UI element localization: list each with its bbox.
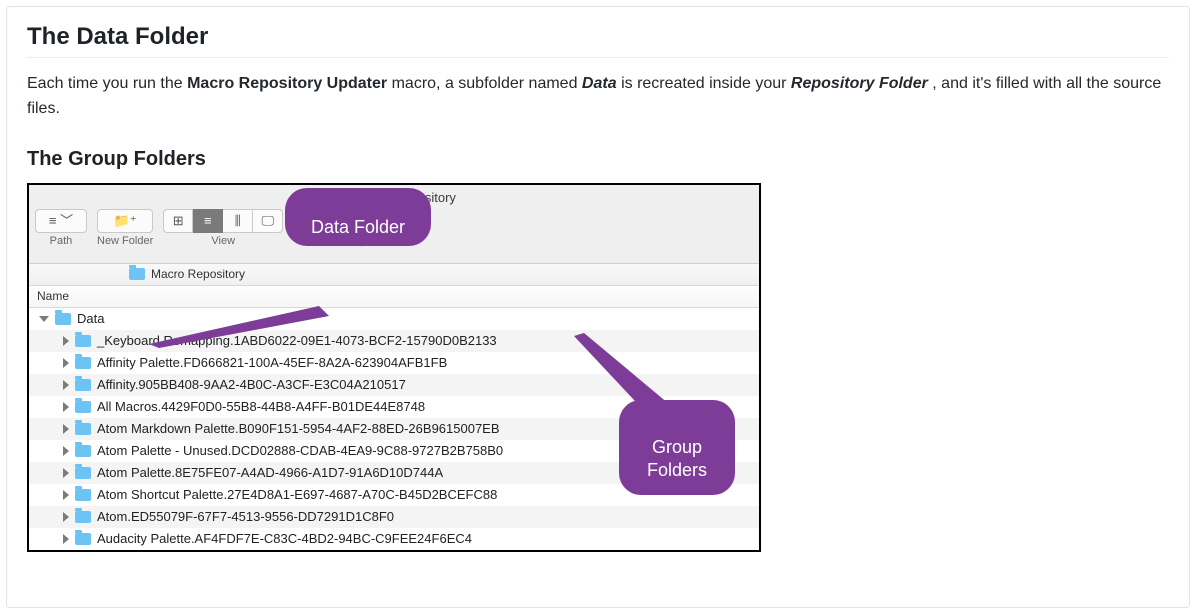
disclosure-triangle-icon[interactable]	[63, 358, 69, 368]
folder-icon	[129, 268, 145, 280]
view-gallery-button[interactable]: 🖵	[253, 209, 283, 233]
callout-text: Data Folder	[311, 217, 405, 237]
toolbar-view-group: ⊞ ≡ ⫼ 🖵 View	[163, 209, 283, 247]
callout-group-folders: Group Folders	[619, 400, 735, 496]
disclosure-triangle-icon[interactable]	[63, 380, 69, 390]
folder-row[interactable]: Atom.ED55079F-67F7-4513-9556-DD7291D1C8F…	[29, 506, 759, 528]
folder-name: Audacity Palette.AF4FDF7E-C83C-4BD2-94BC…	[97, 531, 472, 546]
folder-icon	[55, 313, 71, 325]
disclosure-triangle-icon[interactable]	[63, 446, 69, 456]
column-header-label: Name	[37, 289, 69, 303]
folder-icon	[75, 357, 91, 369]
file-list: Data _Keyboard Remapping.1ABD6022-09E1-4…	[29, 308, 759, 550]
folder-row-data[interactable]: Data	[29, 308, 759, 330]
toolbar-path-group: ≡ ﹀ Path	[35, 209, 87, 247]
columns-icon: ⫼	[235, 214, 241, 227]
disclosure-triangle-icon[interactable]	[63, 336, 69, 346]
disclosure-triangle-icon[interactable]	[63, 490, 69, 500]
list-icon: ≡	[204, 214, 212, 227]
chevron-down-icon: ﹀	[60, 214, 73, 227]
folder-icon	[75, 401, 91, 413]
folder-name: All Macros.4429F0D0-55B8-44B8-A4FF-B01DE…	[97, 399, 425, 414]
toolbar-label: New Folder	[97, 235, 153, 247]
column-header-name[interactable]: Name	[29, 286, 759, 308]
folder-name: Affinity.905BB408-9AA2-4B0C-A3CF-E3C04A2…	[97, 377, 406, 392]
folder-icon	[75, 511, 91, 523]
folder-name: Data	[77, 311, 104, 326]
view-column-button[interactable]: ⫼	[223, 209, 253, 233]
text-bold: Macro Repository Updater	[187, 75, 387, 92]
grid-icon: ⊞	[173, 214, 184, 227]
text: is recreated inside your	[621, 75, 791, 92]
folder-icon	[75, 379, 91, 391]
folder-row[interactable]: _Keyboard Remapping.1ABD6022-09E1-4073-B…	[29, 330, 759, 352]
folder-row[interactable]: Affinity.905BB408-9AA2-4B0C-A3CF-E3C04A2…	[29, 374, 759, 396]
view-icon-button[interactable]: ⊞	[163, 209, 193, 233]
path-button[interactable]: ≡ ﹀	[35, 209, 87, 233]
new-folder-icon: 📁⁺	[114, 214, 137, 227]
gallery-icon: 🖵	[261, 214, 274, 227]
intro-paragraph: Each time you run the Macro Repository U…	[27, 72, 1169, 122]
text: macro, a subfolder named	[392, 75, 582, 92]
folder-row[interactable]: Affinity Palette.FD666821-100A-45EF-8A2A…	[29, 352, 759, 374]
folder-name: Affinity Palette.FD666821-100A-45EF-8A2A…	[97, 355, 447, 370]
folder-icon	[75, 423, 91, 435]
path-bar-text: Macro Repository	[151, 267, 245, 281]
view-segmented-control: ⊞ ≡ ⫼ 🖵	[163, 209, 283, 233]
heading-group-folders: The Group Folders	[27, 148, 1169, 171]
view-list-button[interactable]: ≡	[193, 209, 223, 233]
folder-name: Atom Palette.8E75FE07-A4AD-4966-A1D7-91A…	[97, 465, 443, 480]
text-bold-italic: Data	[582, 75, 617, 92]
folder-icon	[75, 489, 91, 501]
disclosure-triangle-icon[interactable]	[63, 534, 69, 544]
disclosure-triangle-icon[interactable]	[63, 468, 69, 478]
folder-icon	[75, 335, 91, 347]
finder-screenshot: Macro Repository ≡ ﹀ Path 📁⁺ New Folder …	[27, 183, 761, 552]
text-bold-italic: Repository Folder	[791, 75, 928, 92]
new-folder-button[interactable]: 📁⁺	[97, 209, 153, 233]
folder-name: Atom Markdown Palette.B090F151-5954-4AF2…	[97, 421, 500, 436]
callout-data-folder: Data Folder	[285, 188, 431, 246]
folder-name: _Keyboard Remapping.1ABD6022-09E1-4073-B…	[97, 333, 497, 348]
finder-path-bar: Macro Repository	[29, 264, 759, 286]
disclosure-triangle-icon[interactable]	[63, 424, 69, 434]
list-icon: ≡	[49, 214, 57, 227]
disclosure-triangle-icon[interactable]	[63, 512, 69, 522]
toolbar-label: View	[211, 235, 235, 247]
folder-name: Atom Shortcut Palette.27E4D8A1-E697-4687…	[97, 487, 497, 502]
callout-text: Group Folders	[647, 437, 707, 480]
text: Each time you run the	[27, 75, 187, 92]
toolbar-newfolder-group: 📁⁺ New Folder	[97, 209, 153, 247]
folder-icon	[75, 445, 91, 457]
heading-data-folder: The Data Folder	[27, 23, 1169, 58]
folder-name: Atom.ED55079F-67F7-4513-9556-DD7291D1C8F…	[97, 509, 394, 524]
document-page: The Data Folder Each time you run the Ma…	[6, 6, 1190, 608]
toolbar-label: Path	[50, 235, 73, 247]
folder-name: Atom Palette - Unused.DCD02888-CDAB-4EA9…	[97, 443, 503, 458]
folder-icon	[75, 467, 91, 479]
folder-row[interactable]: Audacity Palette.AF4FDF7E-C83C-4BD2-94BC…	[29, 528, 759, 550]
disclosure-triangle-icon[interactable]	[39, 316, 49, 322]
disclosure-triangle-icon[interactable]	[63, 402, 69, 412]
folder-icon	[75, 533, 91, 545]
